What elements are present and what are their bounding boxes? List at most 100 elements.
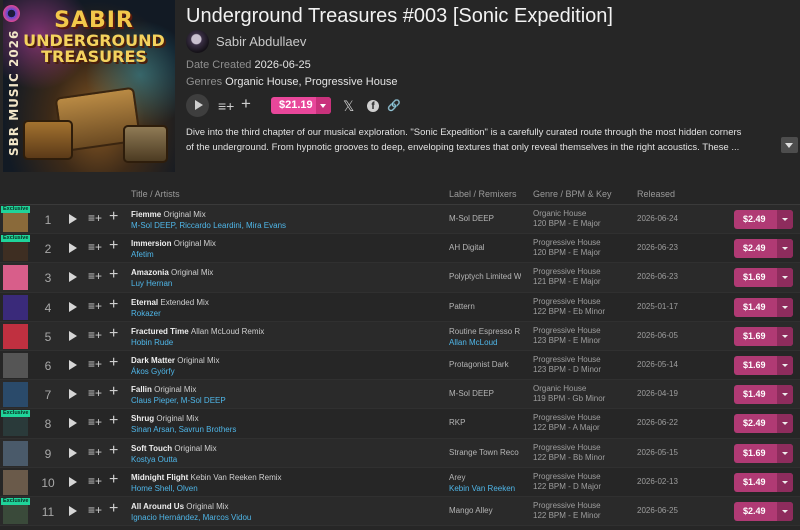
add-to-playlist-icon[interactable]: + xyxy=(109,296,118,314)
track-title[interactable]: Fractured Time Allan McLoud Remix xyxy=(131,327,264,336)
track-label[interactable]: M-Sol DEEP xyxy=(449,389,521,398)
track-title[interactable]: Amazonia Original Mix xyxy=(131,268,213,277)
chevron-down-icon[interactable] xyxy=(316,97,331,114)
track-row[interactable]: Exclusive 2 ≡+ + Immersion Original Mix Afeti… xyxy=(0,234,800,264)
track-genre[interactable]: Progressive House xyxy=(533,297,601,306)
track-artwork[interactable] xyxy=(3,382,28,408)
add-to-queue-icon[interactable]: ≡+ xyxy=(218,96,234,116)
track-label[interactable]: M-Sol DEEP xyxy=(449,214,521,223)
play-icon[interactable] xyxy=(69,243,77,254)
copy-link-icon[interactable]: 🔗 xyxy=(387,96,401,116)
facebook-share-icon[interactable]: f xyxy=(367,100,379,112)
track-artists[interactable]: Ignacio Hernández, Marcos Vidou xyxy=(131,513,251,522)
add-to-playlist-icon[interactable]: + xyxy=(241,94,251,114)
play-icon[interactable] xyxy=(69,359,77,370)
play-icon[interactable] xyxy=(69,214,77,224)
track-row[interactable]: 10 ≡+ + Midnight Flight Kebin Van Reeken Re… xyxy=(0,468,800,497)
play-icon[interactable] xyxy=(69,272,77,283)
buy-track-button[interactable]: $2.49 xyxy=(734,210,793,229)
buy-track-button[interactable]: $2.49 xyxy=(734,239,793,259)
add-to-queue-icon[interactable]: ≡+ xyxy=(88,503,102,517)
track-row[interactable]: 3 ≡+ + Amazonia Original Mix Luy Hernan Polyp… xyxy=(0,263,800,293)
add-to-playlist-icon[interactable]: + xyxy=(109,412,118,430)
track-genre[interactable]: Progressive House xyxy=(533,501,601,510)
track-artists[interactable]: Sinan Arsan, Savrun Brothers xyxy=(131,425,236,434)
release-cover-art[interactable]: SABIR UNDERGROUND TREASURES SBR MUSIC 20… xyxy=(3,0,175,172)
track-artists[interactable]: Kostya Outta xyxy=(131,455,177,464)
add-to-queue-icon[interactable]: ≡+ xyxy=(88,240,102,254)
site-logo-icon[interactable] xyxy=(3,5,20,22)
track-genre[interactable]: Progressive House xyxy=(533,355,601,364)
track-artwork[interactable] xyxy=(3,352,28,378)
track-genre[interactable]: Progressive House xyxy=(533,443,601,452)
track-artists[interactable]: Hobin Rude xyxy=(131,338,173,347)
chevron-down-icon[interactable] xyxy=(777,297,793,317)
add-to-playlist-icon[interactable]: + xyxy=(109,354,118,372)
add-to-queue-icon[interactable]: ≡+ xyxy=(88,386,102,400)
add-to-queue-icon[interactable]: ≡+ xyxy=(88,211,102,225)
buy-track-button[interactable]: $2.49 xyxy=(734,501,793,521)
play-release-button[interactable] xyxy=(186,94,209,117)
track-artists[interactable]: Home Shell, Olven xyxy=(131,484,198,493)
add-to-playlist-icon[interactable]: + xyxy=(109,237,118,255)
chevron-down-icon[interactable] xyxy=(777,472,793,492)
buy-track-button[interactable]: $1.69 xyxy=(734,326,793,346)
track-label[interactable]: AH Digital xyxy=(449,243,521,252)
track-artists[interactable]: Luy Hernan xyxy=(131,279,172,288)
track-label[interactable]: Pattern xyxy=(449,302,521,311)
chevron-down-icon[interactable] xyxy=(777,210,793,229)
track-title[interactable]: Fallin Original Mix xyxy=(131,385,196,394)
add-to-queue-icon[interactable]: ≡+ xyxy=(88,445,102,459)
buy-track-button[interactable]: $1.69 xyxy=(734,355,793,375)
add-to-playlist-icon[interactable]: + xyxy=(109,208,118,226)
track-row[interactable]: Exclusive 8 ≡+ + Shrug Original Mix Sinan Ars… xyxy=(0,409,800,439)
chevron-down-icon[interactable] xyxy=(777,268,793,288)
chevron-down-icon[interactable] xyxy=(777,326,793,346)
track-row[interactable]: 6 ≡+ + Dark Matter Original Mix Ákos Györfy P… xyxy=(0,351,800,381)
track-genre[interactable]: Organic House xyxy=(533,384,586,393)
track-artists[interactable]: Claus Pieper, M-Sol DEEP xyxy=(131,396,226,405)
play-icon[interactable] xyxy=(69,418,77,429)
buy-track-button[interactable]: $1.69 xyxy=(734,443,793,463)
play-icon[interactable] xyxy=(69,447,77,458)
track-artists[interactable]: M-Sol DEEP, Riccardo Leardini, Mira Evan… xyxy=(131,221,286,230)
add-to-playlist-icon[interactable]: + xyxy=(109,500,118,518)
chevron-down-icon[interactable] xyxy=(777,239,793,259)
chevron-down-icon[interactable] xyxy=(777,385,793,405)
play-icon[interactable] xyxy=(69,505,77,516)
track-title[interactable]: Soft Touch Original Mix xyxy=(131,444,217,453)
play-icon[interactable] xyxy=(69,301,77,312)
track-title[interactable]: Midnight Flight Kebin Van Reeken Remix xyxy=(131,473,282,482)
chevron-down-icon[interactable] xyxy=(777,501,793,521)
track-row[interactable]: 5 ≡+ + Fractured Time Allan McLoud Remix Hob… xyxy=(0,321,800,351)
track-genre[interactable]: Progressive House xyxy=(533,267,601,276)
genres-value[interactable]: Organic House, Progressive House xyxy=(225,76,397,88)
artist-avatar[interactable] xyxy=(186,30,209,53)
add-to-playlist-icon[interactable]: + xyxy=(109,325,118,343)
buy-track-button[interactable]: $1.49 xyxy=(734,385,793,405)
track-label[interactable]: RKP xyxy=(449,418,521,427)
add-to-queue-icon[interactable]: ≡+ xyxy=(88,415,102,429)
track-title[interactable]: Shrug Original Mix xyxy=(131,414,199,423)
track-remixer[interactable]: Kebin Van Reeken xyxy=(449,484,515,493)
track-label[interactable]: Arey xyxy=(449,473,521,482)
add-to-queue-icon[interactable]: ≡+ xyxy=(88,474,102,488)
expand-description-button[interactable] xyxy=(781,137,798,153)
track-label[interactable]: Polyptych Limited W xyxy=(449,272,521,281)
buy-release-button[interactable]: $21.19 xyxy=(271,97,331,114)
track-label[interactable]: Strange Town Reco xyxy=(449,448,521,457)
chevron-down-icon[interactable] xyxy=(777,414,793,434)
track-genre[interactable]: Progressive House xyxy=(533,472,601,481)
chevron-down-icon[interactable] xyxy=(777,355,793,375)
add-to-queue-icon[interactable]: ≡+ xyxy=(88,269,102,283)
track-row[interactable]: 4 ≡+ + Eternal Extended Mix Rokazer Pattern Pr… xyxy=(0,293,800,322)
play-icon[interactable] xyxy=(69,389,77,400)
play-icon[interactable] xyxy=(69,476,77,487)
add-to-queue-icon[interactable]: ≡+ xyxy=(88,357,102,371)
track-artwork[interactable] xyxy=(3,265,28,291)
artist-name-link[interactable]: Sabir Abdullaev xyxy=(216,34,306,49)
track-artwork[interactable] xyxy=(3,469,28,495)
buy-track-button[interactable]: $1.49 xyxy=(734,472,793,492)
track-artists[interactable]: Ákos Györfy xyxy=(131,367,175,376)
track-artwork[interactable] xyxy=(3,323,28,349)
